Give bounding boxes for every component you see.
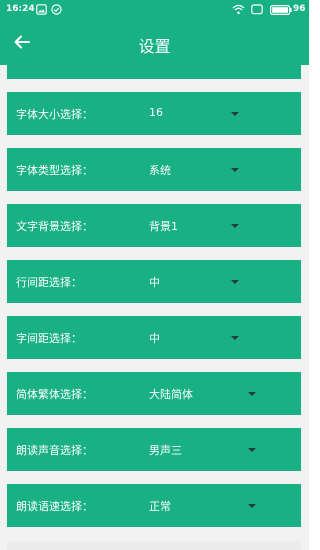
setting-value: 背景1 <box>149 220 178 233</box>
setting-label: 朗读语速选择： <box>16 500 93 513</box>
dropdown-arrow-icon <box>248 448 256 452</box>
screen-icon <box>251 4 263 18</box>
setting-label: 字体大小选择： <box>16 108 93 121</box>
partial-setting-row[interactable] <box>7 65 301 79</box>
wifi-icon <box>232 4 245 18</box>
dropdown-arrow-icon <box>231 336 239 340</box>
status-bar: 16:24 96 <box>0 0 309 20</box>
status-time: 16:24 <box>6 4 35 14</box>
setting-value: 男声三 <box>149 444 182 457</box>
partial-setting-row-bottom <box>7 541 301 550</box>
setting-reading-speed[interactable]: 朗读语速选择： 正常 <box>7 484 301 527</box>
setting-text-background[interactable]: 文字背景选择： 背景1 <box>7 204 301 247</box>
setting-label: 简体繁体选择： <box>16 388 93 401</box>
settings-list: 字体大小选择： 16 字体类型选择： 系统 文字背景选择： 背景1 行间距选择：… <box>0 65 309 550</box>
setting-value: 大陆简体 <box>149 388 193 401</box>
dropdown-arrow-icon <box>231 280 239 284</box>
dropdown-arrow-icon <box>231 168 239 172</box>
setting-label: 字体类型选择： <box>16 164 93 177</box>
setting-value: 中 <box>149 276 160 289</box>
setting-label: 行间距选择： <box>16 276 82 289</box>
setting-label: 文字背景选择： <box>16 220 93 233</box>
battery-level: 96 <box>293 4 306 14</box>
check-circle-icon <box>51 4 62 18</box>
photo-icon <box>36 4 47 18</box>
setting-letter-spacing[interactable]: 字间距选择： 中 <box>7 316 301 359</box>
setting-value: 中 <box>149 332 160 345</box>
page-title: 设置 <box>138 37 171 56</box>
battery-icon <box>270 5 292 18</box>
dropdown-arrow-icon <box>231 224 239 228</box>
setting-label: 朗读声音选择： <box>16 444 93 457</box>
dropdown-arrow-icon <box>248 392 256 396</box>
setting-font-type[interactable]: 字体类型选择： 系统 <box>7 148 301 191</box>
setting-value: 系统 <box>149 164 171 177</box>
app-bar: 设置 <box>0 20 309 65</box>
setting-simplified-traditional[interactable]: 简体繁体选择： 大陆简体 <box>7 372 301 415</box>
setting-value: 正常 <box>149 500 171 513</box>
setting-label: 字间距选择： <box>16 332 82 345</box>
setting-value: 16 <box>149 106 163 119</box>
dropdown-arrow-icon <box>248 504 256 508</box>
setting-reading-voice[interactable]: 朗读声音选择： 男声三 <box>7 428 301 471</box>
dropdown-arrow-icon <box>231 112 239 116</box>
setting-line-spacing[interactable]: 行间距选择： 中 <box>7 260 301 303</box>
setting-font-size[interactable]: 字体大小选择： 16 <box>7 92 301 135</box>
